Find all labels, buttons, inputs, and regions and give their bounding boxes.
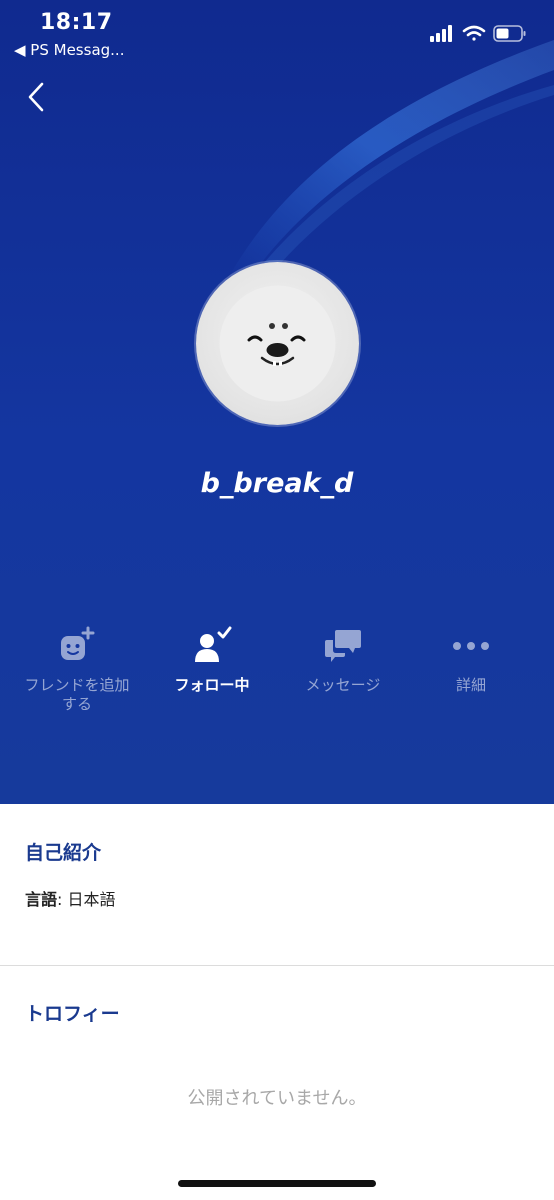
username: b_break_d [200, 468, 354, 499]
more-icon [453, 642, 489, 650]
following-icon [195, 626, 232, 662]
about-title: 自己紹介 [25, 842, 102, 864]
profile-actions: フレンドを追加する フォロー中 メッセージ 詳細 [0, 624, 554, 724]
message-label: メッセージ [305, 676, 381, 694]
back-to-app-link[interactable]: ◀ PS Messag... [14, 41, 124, 59]
status-icons [430, 25, 526, 42]
message-icon [325, 630, 361, 662]
trophy-empty-message: 公開されていません。 [187, 1088, 367, 1109]
message-button[interactable]: メッセージ [274, 624, 412, 695]
more-label: 詳細 [455, 676, 486, 694]
status-time: 18:17 [40, 10, 113, 35]
following-label: フォロー中 [174, 676, 250, 694]
language-value: 日本語 [67, 890, 116, 909]
following-button[interactable]: フォロー中 [143, 624, 281, 695]
back-chevron-icon[interactable] [20, 78, 56, 118]
language-row: 言語: 日本語 [25, 890, 116, 909]
add-friend-icon [61, 626, 95, 660]
trophy-section: トロフィー 公開されていません。 [0, 967, 554, 1200]
signal-icon [430, 25, 452, 42]
battery-icon [493, 25, 526, 42]
wifi-icon [462, 25, 486, 41]
language-key: 言語 [25, 890, 58, 909]
more-button[interactable]: 詳細 [402, 624, 540, 695]
add-friend-label: フレンドを追加する [24, 676, 130, 713]
avatar [196, 262, 359, 425]
status-bar: 18:17 ◀ PS Messag... [0, 0, 554, 70]
profile-header: 18:17 ◀ PS Messag... b_break_d フレンドを追加する… [0, 0, 554, 804]
about-section: 自己紹介 言語: 日本語 [0, 804, 554, 966]
trophy-title: トロフィー [25, 1003, 120, 1025]
home-indicator[interactable] [178, 1180, 376, 1187]
add-friend-button[interactable]: フレンドを追加する [8, 624, 146, 714]
seal-face-icon [219, 285, 336, 402]
